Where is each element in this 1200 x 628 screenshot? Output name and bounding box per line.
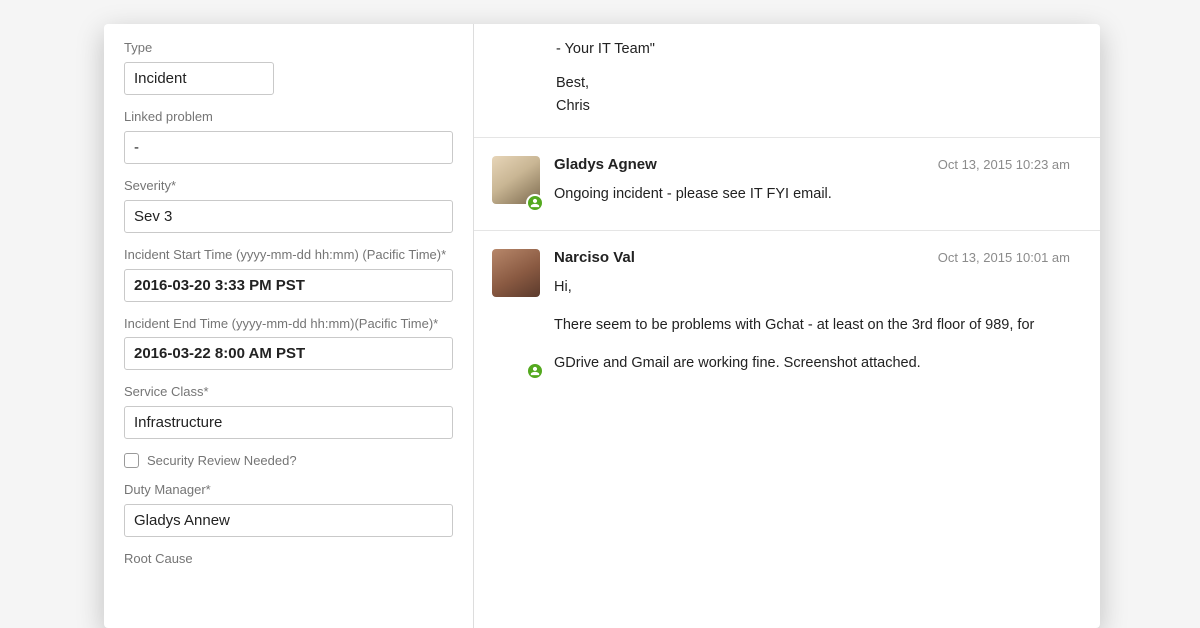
incident-form-panel: Type Linked problem Severity* Incident S…	[104, 24, 474, 628]
message-body: Gladys Agnew Oct 13, 2015 10:23 am Ongoi…	[554, 156, 1070, 207]
msg-line: Chris	[556, 95, 1070, 117]
conversation-panel: - Your IT Team" Best, Chris Gladys Agnew…	[474, 24, 1100, 628]
field-incident-start: Incident Start Time (yyyy-mm-dd hh:mm) (…	[124, 247, 453, 302]
msg-line: There seem to be problems with Gchat - a…	[554, 312, 1070, 338]
field-root-cause: Root Cause	[124, 551, 453, 568]
label-duty-manager: Duty Manager*	[124, 482, 453, 499]
message-text: Hi, There seem to be problems with Gchat…	[554, 274, 1070, 376]
input-type[interactable]	[124, 62, 274, 95]
message-item: Narciso Val Oct 13, 2015 10:01 am Hi, Th…	[474, 231, 1100, 398]
input-service-class[interactable]	[124, 406, 453, 439]
input-severity[interactable]	[124, 200, 453, 233]
avatar	[492, 249, 540, 376]
field-type: Type	[124, 40, 453, 95]
input-incident-start[interactable]	[124, 269, 453, 302]
label-security-review: Security Review Needed?	[147, 453, 297, 468]
presence-online-icon	[526, 362, 544, 380]
msg-line: GDrive and Gmail are working fine. Scree…	[554, 350, 1070, 376]
field-severity: Severity*	[124, 178, 453, 233]
presence-online-icon	[526, 194, 544, 212]
input-duty-manager[interactable]	[124, 504, 453, 537]
message-timestamp: Oct 13, 2015 10:23 am	[938, 157, 1070, 172]
label-incident-end: Incident End Time (yyyy-mm-dd hh:mm)(Pac…	[124, 316, 453, 333]
avatar-image	[492, 249, 540, 297]
label-service-class: Service Class*	[124, 384, 453, 401]
label-incident-start: Incident Start Time (yyyy-mm-dd hh:mm) (…	[124, 247, 453, 264]
ticket-card: Type Linked problem Severity* Incident S…	[104, 24, 1100, 628]
message-timestamp: Oct 13, 2015 10:01 am	[938, 250, 1070, 265]
avatar	[492, 156, 540, 207]
field-incident-end: Incident End Time (yyyy-mm-dd hh:mm)(Pac…	[124, 316, 453, 371]
checkbox-security-review[interactable]	[124, 453, 139, 468]
msg-line: - Your IT Team"	[556, 38, 1070, 60]
label-type: Type	[124, 40, 453, 57]
message-author: Narciso Val	[554, 249, 635, 266]
msg-line: Hi,	[554, 274, 1070, 300]
field-linked-problem: Linked problem	[124, 109, 453, 164]
input-incident-end[interactable]	[124, 337, 453, 370]
field-duty-manager: Duty Manager*	[124, 482, 453, 537]
field-security-review[interactable]: Security Review Needed?	[124, 453, 453, 468]
label-linked-problem: Linked problem	[124, 109, 453, 126]
message-body: Narciso Val Oct 13, 2015 10:01 am Hi, Th…	[554, 249, 1070, 376]
field-service-class: Service Class*	[124, 384, 453, 439]
message-header: Narciso Val Oct 13, 2015 10:01 am	[554, 249, 1070, 266]
label-severity: Severity*	[124, 178, 453, 195]
message-header: Gladys Agnew Oct 13, 2015 10:23 am	[554, 156, 1070, 173]
message-author: Gladys Agnew	[554, 156, 657, 173]
msg-line: Best,	[556, 72, 1070, 94]
label-root-cause: Root Cause	[124, 551, 453, 568]
input-linked-problem[interactable]	[124, 131, 453, 164]
message-text: Ongoing incident - please see IT FYI ema…	[554, 181, 1070, 207]
msg-line: Ongoing incident - please see IT FYI ema…	[554, 181, 1070, 207]
message-partial-top: - Your IT Team" Best, Chris	[474, 24, 1100, 138]
message-item: Gladys Agnew Oct 13, 2015 10:23 am Ongoi…	[474, 138, 1100, 230]
